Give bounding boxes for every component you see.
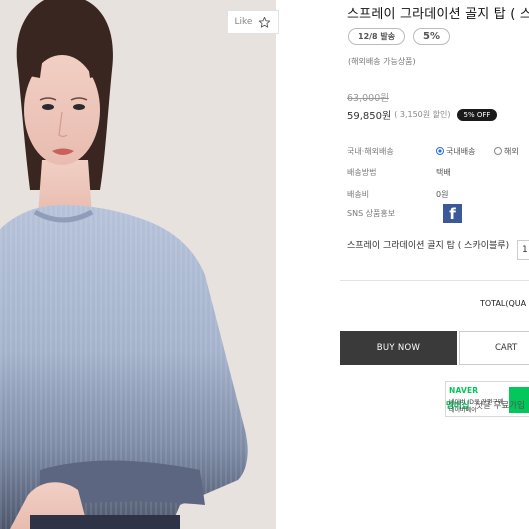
product-photo (0, 0, 276, 529)
naver-logo: NAVER (449, 386, 479, 395)
star-outline-icon (259, 16, 271, 28)
divider (340, 280, 529, 281)
detail-label: 배송비 (347, 190, 370, 199)
radio-domestic[interactable]: 국내배송 (436, 147, 475, 156)
buy-now-button[interactable]: BUY NOW (340, 331, 457, 365)
overseas-shipping-note: (해외배송 가능상품) (348, 57, 416, 66)
radio-domestic-label: 국내배송 (446, 147, 476, 156)
detail-row-shipping-fee: 배송비 0원 (347, 189, 448, 200)
detail-row-delivery-method: 배송방법 택배 (347, 167, 451, 178)
radio-overseas-label: 해외 (504, 147, 519, 156)
facebook-icon[interactable]: f (443, 204, 462, 223)
original-price: 63,000원 (347, 93, 389, 104)
detail-row-shipping-region: 국내·해외배송 국내배송 해외 (347, 146, 519, 157)
detail-label: SNS 상품홍보 (347, 209, 396, 218)
shipping-region-options: 국내배송 해외 (436, 146, 519, 157)
discount-percent-badge: 5% (413, 28, 450, 45)
membership-text: 첫달 무료가입 (475, 401, 525, 411)
off-badge: 5% OFF (456, 108, 498, 121)
product-info-panel: 스프레이 그라데이션 골지 탑 ( 스 12/8 발송 5% (해외배송 가능상… (340, 0, 529, 529)
detail-label: 배송방법 (347, 168, 377, 177)
detail-value: 택배 (436, 168, 451, 177)
naver-membership-link[interactable]: 멤버십 첫달 무료가입 (446, 399, 525, 411)
radio-unselected-icon (494, 147, 502, 155)
cart-button[interactable]: CART (459, 331, 529, 365)
selected-option-name: 스프레이 그라데이션 골지 탑 ( 스카이블루) (347, 241, 510, 251)
product-title: 스프레이 그라데이션 골지 탑 ( 스 (347, 7, 529, 22)
detail-label: 국내·해외배송 (347, 147, 394, 156)
radio-selected-icon (436, 147, 444, 155)
membership-label: 멤버십 (446, 401, 470, 411)
like-label: Like (234, 17, 253, 27)
like-button[interactable]: Like (227, 10, 279, 34)
total-label: TOTAL(QUA (480, 299, 527, 308)
detail-row-sns: SNS 상품홍보 f (347, 204, 462, 223)
detail-value: 0원 (436, 190, 449, 199)
ship-date-badge: 12/8 발송 (348, 28, 406, 45)
sale-price: 59,850원 (347, 111, 392, 122)
radio-overseas[interactable]: 해외 (494, 147, 519, 156)
discount-amount: ( 3,150원 할인) (394, 110, 451, 119)
sale-price-row: 59,850원 ( 3,150원 할인) 5% OFF (347, 107, 498, 122)
model-wearing-sweater-image (0, 0, 276, 529)
quantity-input[interactable]: 1 (517, 240, 529, 260)
